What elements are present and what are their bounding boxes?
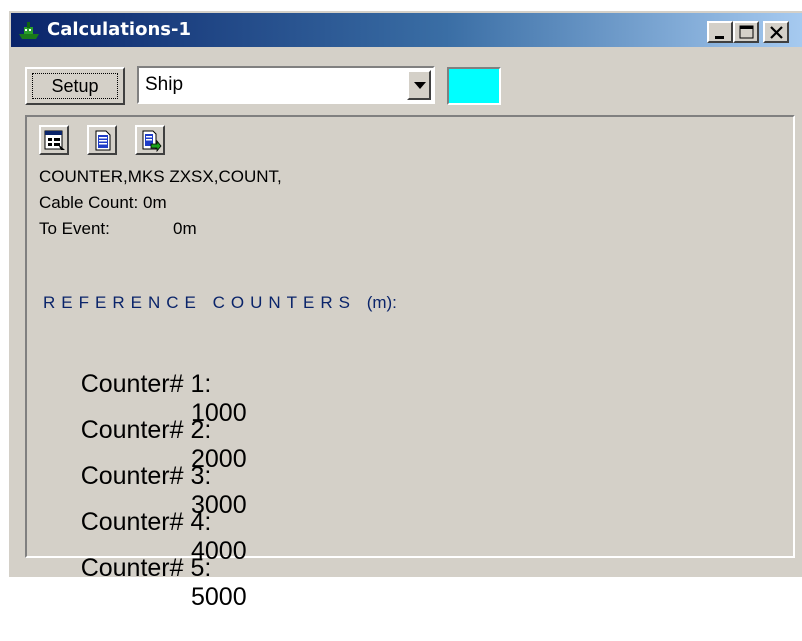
reference-counters-heading: REFERENCE COUNTERS (m):	[43, 293, 397, 313]
minimize-button[interactable]	[707, 21, 733, 43]
cable-count-label: Cable Count:	[39, 193, 139, 212]
reference-heading-text: REFERENCE COUNTERS	[43, 293, 356, 312]
to-event-label: To Event:	[39, 219, 110, 238]
window-title: Calculations-1	[47, 19, 191, 40]
close-button[interactable]	[763, 21, 789, 43]
counter-label: Counter# 5:	[80, 554, 212, 582]
dropdown-arrow-button[interactable]	[407, 70, 431, 100]
export-button[interactable]	[135, 125, 165, 155]
maximize-icon	[739, 25, 754, 39]
status-line: COUNTER,MKS ZXSX,COUNT,	[39, 167, 282, 186]
color-swatch[interactable]	[447, 67, 501, 105]
maximize-button[interactable]	[733, 21, 759, 43]
properties-icon	[44, 130, 65, 150]
counter-value: 5000	[191, 583, 247, 611]
chevron-down-icon	[414, 82, 426, 89]
properties-button[interactable]	[39, 125, 69, 155]
cable-count-value: 0m	[143, 193, 167, 212]
vessel-select[interactable]: Ship	[137, 66, 435, 104]
ship-icon	[17, 18, 41, 42]
reference-unit: (m):	[366, 293, 397, 312]
calculations-window: Calculations-1 Setup Ship COUNTER,MKS ZX…	[8, 10, 802, 611]
export-icon	[142, 130, 162, 153]
document-button[interactable]	[87, 125, 117, 155]
to-event-value: 0m	[173, 219, 197, 238]
close-icon	[770, 26, 783, 39]
minimize-icon	[715, 36, 724, 39]
setup-button-label: Setup	[32, 73, 118, 99]
vessel-select-value: Ship	[145, 74, 184, 95]
counter-row: Counter# 5: 5000	[39, 525, 247, 641]
calculation-panel: COUNTER,MKS ZXSX,COUNT, Cable Count: 0m …	[25, 115, 795, 611]
document-icon	[95, 130, 111, 151]
title-bar[interactable]: Calculations-1	[11, 13, 802, 47]
setup-button[interactable]: Setup	[25, 67, 125, 105]
